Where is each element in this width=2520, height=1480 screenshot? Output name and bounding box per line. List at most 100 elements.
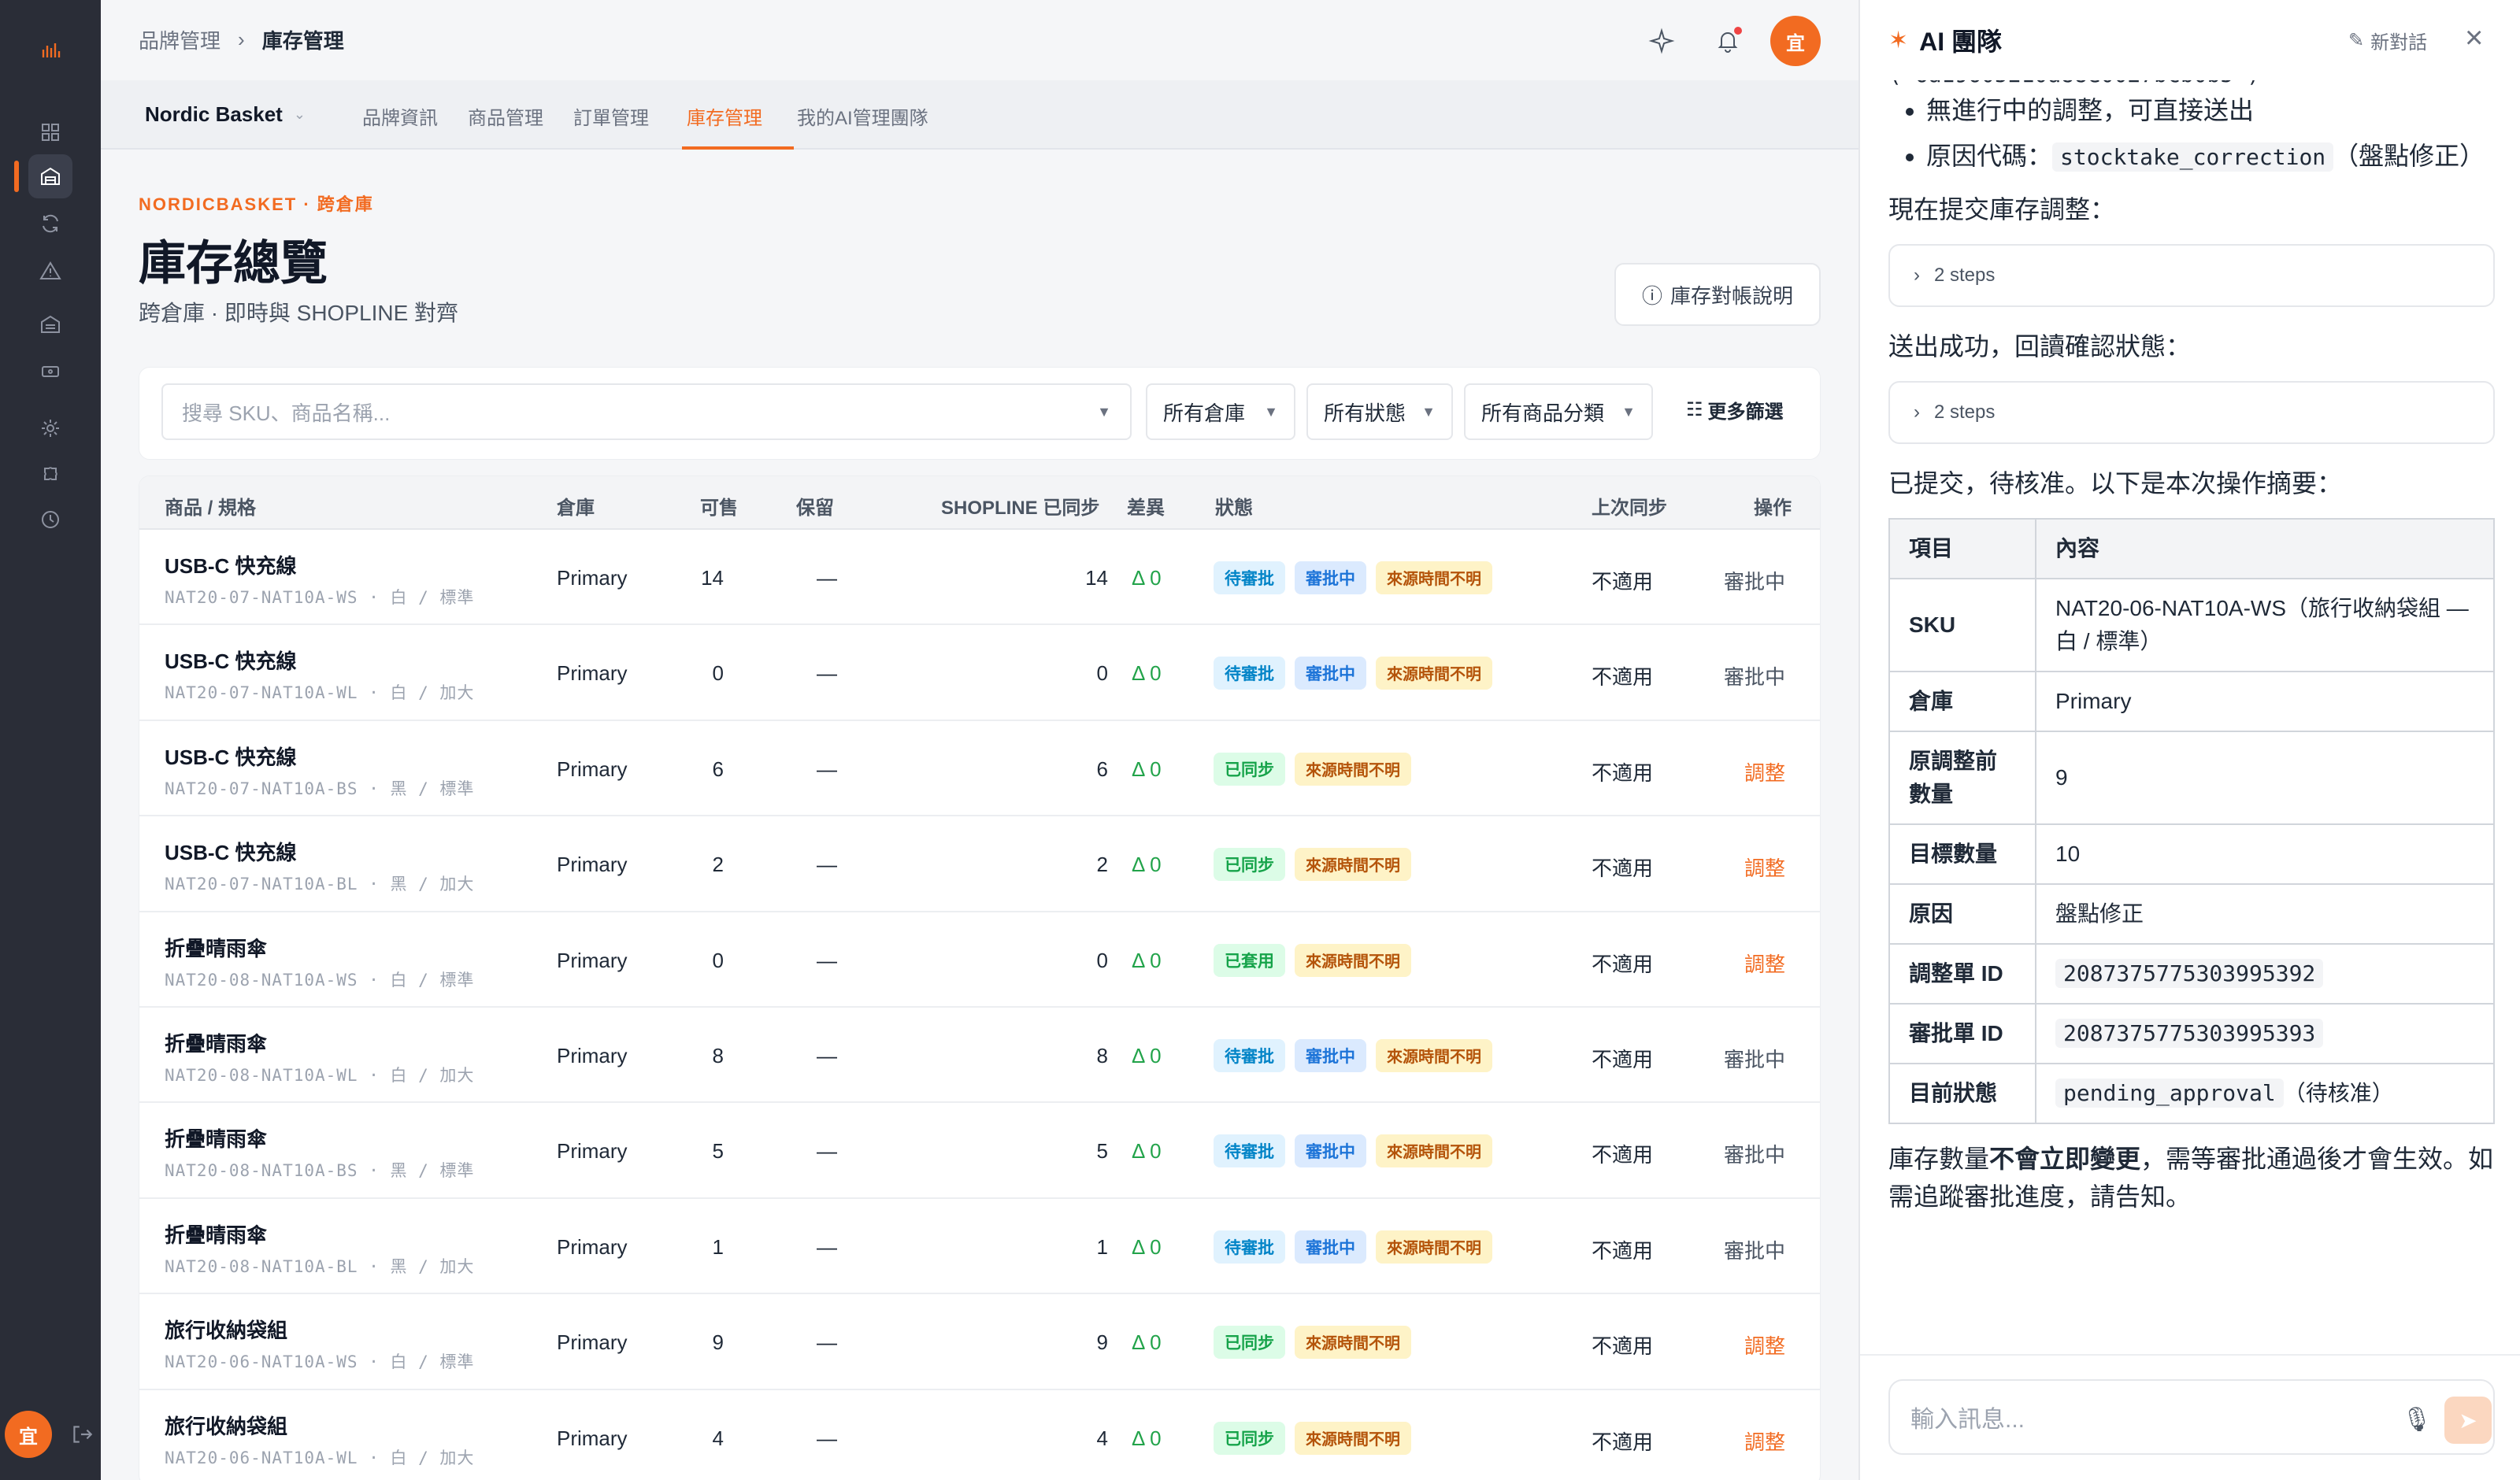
table-header: 商品 / 規格 倉庫 可售 保留 SHOPLINE 已同步 差異 狀態 上次同步… <box>139 476 1820 530</box>
summary-value: 9 <box>2035 731 2495 825</box>
search-input[interactable]: 搜尋 SKU、商品名稱... ▼ <box>161 383 1132 440</box>
warehouse-icon[interactable] <box>14 154 72 198</box>
status-badges: 已同步 來源時間不明 <box>1214 1421 1411 1455</box>
logout-icon[interactable] <box>69 1422 94 1447</box>
table-row[interactable]: USB-C 快充線 NAT20-07-NAT10A-WL · 白 / 加大 Pr… <box>139 625 1820 721</box>
product-variant: NAT20-08-NAT10A-BS · 黑 / 標準 <box>165 1161 475 1181</box>
table-row[interactable]: 折疊晴雨傘 NAT20-08-NAT10A-WS · 白 / 標準 Primar… <box>139 912 1820 1008</box>
synced-cell: 0 <box>1096 661 1108 686</box>
building-icon[interactable] <box>28 302 72 346</box>
dashboard-icon[interactable] <box>28 110 72 154</box>
clock-icon[interactable] <box>28 498 72 542</box>
reserved-cell: — <box>817 1330 837 1355</box>
last-sync-cell: 不適用 <box>1592 952 1654 976</box>
close-icon[interactable]: × <box>2465 20 2483 56</box>
reserved-cell: — <box>817 1426 837 1450</box>
tab-brand-info[interactable]: 品牌資訊 <box>362 102 438 130</box>
microphone-icon[interactable]: 🎙 <box>2402 1406 2432 1434</box>
last-sync-cell: 不適用 <box>1592 665 1654 690</box>
tab-orders[interactable]: 訂單管理 <box>573 102 649 130</box>
col-shopline-synced: SHOPLINE 已同步 <box>941 498 1100 519</box>
product-name: 旅行收納袋組 <box>165 1319 288 1343</box>
available-cell: 1 <box>712 1234 724 1259</box>
adjust-button[interactable]: 調整 <box>1699 1330 1785 1360</box>
warehouse-filter[interactable]: 所有倉庫 ▼ <box>1146 383 1295 440</box>
steps-collapsible[interactable]: › 2 steps <box>1888 381 2495 444</box>
summary-key: SKU <box>1888 578 2036 672</box>
table-body: USB-C 快充線 NAT20-07-NAT10A-WS · 白 / 標準 Pr… <box>139 530 1820 1480</box>
warning-icon[interactable] <box>28 249 72 293</box>
logo-icon <box>28 28 72 72</box>
synced-cell: 1 <box>1096 1234 1108 1259</box>
table-row[interactable]: 旅行收納袋組 NAT20-06-NAT10A-WL · 白 / 加大 Prima… <box>139 1390 1820 1480</box>
summary-value: 10 <box>2035 823 2495 885</box>
reserved-cell: — <box>817 757 837 781</box>
ai-panel: ( 6a19605210a88e0027bcb0b5 ) 無進行中的調整，可直接… <box>1858 0 2520 1480</box>
brand-selector[interactable]: Nordic Basket ⌄ <box>145 102 306 127</box>
ai-sparkle-icon[interactable] <box>1644 24 1679 58</box>
search-placeholder: 搜尋 SKU、商品名稱... <box>182 401 391 425</box>
steps-collapsible[interactable]: › 2 steps <box>1888 244 2495 307</box>
tab-ai-team[interactable]: 我的AI管理團隊 <box>797 102 928 130</box>
status-badge: 來源時間不明 <box>1295 848 1411 882</box>
card-icon[interactable] <box>28 350 72 394</box>
top-bar: 品牌管理 › 庫存管理 宜 <box>101 0 1858 80</box>
product-variant: NAT20-08-NAT10A-BL · 黑 / 加大 <box>165 1256 475 1276</box>
breadcrumb-parent[interactable]: 品牌管理 <box>139 25 220 54</box>
available-cell: 0 <box>712 948 724 972</box>
table-row[interactable]: 折疊晴雨傘 NAT20-08-NAT10A-BS · 黑 / 標準 Primar… <box>139 1103 1820 1199</box>
status-badge: 已同步 <box>1214 1326 1285 1360</box>
summary-key: 目標數量 <box>1888 823 2036 885</box>
available-cell: 0 <box>712 661 724 686</box>
sync-icon[interactable] <box>28 202 72 246</box>
synced-cell: 6 <box>1096 757 1108 781</box>
status-badge: 待審批 <box>1214 657 1285 690</box>
user-avatar[interactable]: 宜 <box>5 1411 52 1458</box>
new-chat-button[interactable]: ✎ 新對話 <box>2348 27 2427 54</box>
table-row[interactable]: 旅行收納袋組 NAT20-06-NAT10A-WS · 白 / 標準 Prima… <box>139 1294 1820 1390</box>
ai-chat-log[interactable]: ( 6a19605210a88e0027bcb0b5 ) 無進行中的調整，可直接… <box>1888 63 2495 1354</box>
summary-key: 調整單 ID <box>1888 943 2036 1005</box>
adjustment-id: 2087375775303995392 <box>2055 959 2324 988</box>
message-input[interactable]: 輸入訊息... 🎙 ➤ <box>1888 1379 2495 1455</box>
summary-value: NAT20-06-NAT10A-WS（旅行收納袋組 — 白 / 標準） <box>2035 578 2495 672</box>
send-button[interactable]: ➤ <box>2444 1397 2492 1444</box>
status-badge: 審批中 <box>1295 561 1366 594</box>
settings-icon[interactable] <box>28 406 72 450</box>
diff-cell: Δ 0 <box>1132 661 1162 686</box>
chevron-right-icon: › <box>1914 265 1920 286</box>
send-icon: ➤ <box>2459 1408 2477 1433</box>
page-title: 庫存總覽 <box>139 237 328 290</box>
adjust-button[interactable]: 調整 <box>1699 1426 1785 1456</box>
more-filters-button[interactable]: ☷ 更多篩選 <box>1686 396 1784 424</box>
header-avatar[interactable]: 宜 <box>1770 16 1821 66</box>
tab-inventory[interactable]: 庫存管理 <box>687 102 762 130</box>
category-filter[interactable]: 所有商品分類 ▼ <box>1464 383 1653 440</box>
chevron-down-icon: ▼ <box>1097 403 1111 420</box>
synced-cell: 8 <box>1096 1043 1108 1067</box>
notification-bell-icon[interactable] <box>1710 24 1745 58</box>
table-row[interactable]: USB-C 快充線 NAT20-07-NAT10A-WS · 白 / 標準 Pr… <box>139 530 1820 626</box>
table-row[interactable]: USB-C 快充線 NAT20-07-NAT10A-BS · 黑 / 標準 Pr… <box>139 721 1820 817</box>
reconcile-explain-button[interactable]: ⓘ 庫存對帳說明 <box>1614 263 1821 326</box>
ai-message: 現在提交庫存調整： <box>1888 195 2116 224</box>
adjust-button[interactable]: 調整 <box>1699 949 1785 978</box>
table-row[interactable]: 折疊晴雨傘 NAT20-08-NAT10A-WL · 白 / 加大 Primar… <box>139 1008 1820 1104</box>
tab-products[interactable]: 商品管理 <box>468 102 543 130</box>
breadcrumb-current: 庫存管理 <box>261 29 344 53</box>
reserved-cell: — <box>817 1043 837 1067</box>
status-filter[interactable]: 所有狀態 ▼ <box>1306 383 1453 440</box>
reserved-cell: — <box>817 853 837 877</box>
left-rail: 宜 <box>0 0 101 1480</box>
table-row[interactable]: USB-C 快充線 NAT20-07-NAT10A-BL · 黑 / 加大 Pr… <box>139 816 1820 912</box>
warehouse-cell: Primary <box>557 853 628 877</box>
adjust-button[interactable]: 調整 <box>1699 853 1785 882</box>
adjust-button[interactable]: 調整 <box>1699 757 1785 786</box>
breadcrumb: 品牌管理 › 庫存管理 <box>139 25 344 54</box>
status-badge: 審批中 <box>1295 1038 1366 1072</box>
status-badge: 來源時間不明 <box>1295 1326 1411 1360</box>
puzzle-icon[interactable] <box>28 452 72 496</box>
table-row[interactable]: 折疊晴雨傘 NAT20-08-NAT10A-BL · 黑 / 加大 Primar… <box>139 1199 1820 1295</box>
product-name: 折疊晴雨傘 <box>165 1223 268 1247</box>
ai-sparkle-icon: ✶ <box>1888 27 1909 54</box>
